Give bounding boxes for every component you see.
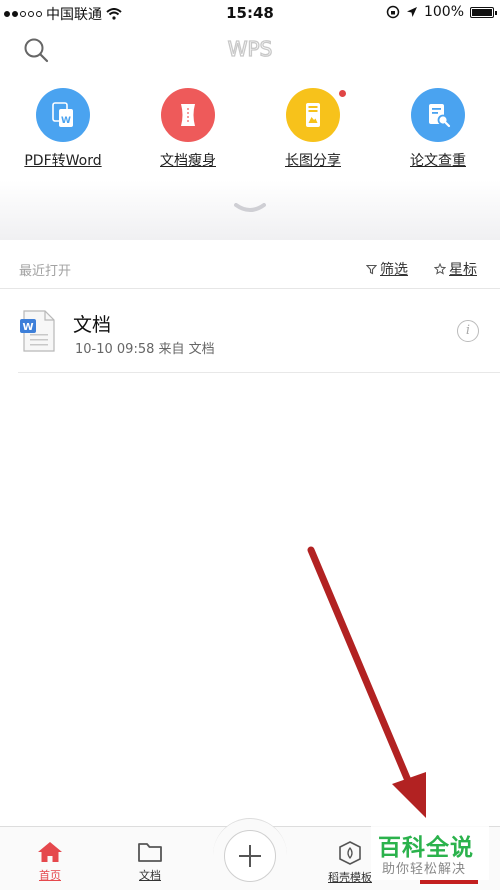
info-icon[interactable]: i — [457, 320, 479, 342]
paper-check-icon — [411, 88, 465, 142]
battery-icon — [470, 6, 497, 18]
top-bar: WPS — [0, 28, 500, 74]
document-meta: 10-10 09:58 来自 文档 — [75, 342, 215, 357]
battery-percent: 100% — [423, 4, 464, 20]
new-badge — [339, 90, 346, 97]
svg-text:WPS: WPS — [228, 38, 273, 60]
new-document-button[interactable] — [224, 830, 276, 882]
quick-doc-slim[interactable]: 文档瘦身 — [128, 84, 248, 170]
home-icon — [38, 842, 62, 862]
rotation-lock-icon — [386, 5, 400, 19]
search-icon[interactable] — [22, 36, 50, 64]
watermark-subtitle: 助你轻松解决 — [382, 862, 467, 877]
doc-slim-icon — [161, 88, 215, 142]
tab-home[interactable]: 首页 — [10, 841, 90, 883]
tab-label: 文档 — [139, 869, 161, 882]
star-button[interactable]: 星标 — [434, 259, 477, 279]
quick-label: 论文查重 — [410, 153, 466, 169]
list-item[interactable]: W 文档 10-10 09:58 来自 文档 i — [18, 290, 500, 373]
long-image-share-icon — [286, 88, 346, 142]
quick-actions: W PDF转Word 文档瘦身 长图分享 论文查重 — [0, 84, 500, 184]
status-bar: 中国联通 15:48 100% — [0, 0, 500, 26]
tab-label: 首页 — [39, 869, 61, 882]
filter-label: 筛选 — [380, 262, 408, 278]
location-icon — [406, 7, 417, 17]
quick-label: 文档瘦身 — [160, 153, 216, 169]
quick-pdf-to-word[interactable]: W PDF转Word — [3, 84, 123, 170]
svg-text:W: W — [22, 322, 33, 333]
status-right: 100% — [386, 4, 497, 20]
quick-paper-check[interactable]: 论文查重 — [378, 84, 498, 170]
chevron-down-icon[interactable] — [234, 203, 266, 213]
quick-long-image-share[interactable]: 长图分享 — [253, 84, 373, 170]
wps-logo: WPS — [227, 38, 273, 60]
tab-documents[interactable]: 文档 — [110, 841, 190, 883]
folder-icon — [138, 843, 162, 862]
recent-title: 最近打开 — [19, 264, 72, 279]
quick-label: PDF转Word — [24, 153, 102, 169]
pdf-to-word-icon: W — [36, 88, 90, 142]
star-icon — [434, 263, 446, 275]
filter-button[interactable]: 筛选 — [366, 259, 408, 279]
watermark: 百科全说 助你轻松解决 — [371, 826, 489, 880]
annotation-underline — [420, 880, 478, 884]
filter-icon — [366, 264, 377, 274]
document-name: 文档 — [73, 314, 112, 336]
plus-icon — [239, 845, 261, 867]
template-icon — [339, 841, 361, 865]
watermark-title: 百科全说 — [378, 835, 474, 861]
star-label: 星标 — [449, 262, 477, 278]
svg-text:W: W — [61, 116, 71, 126]
word-document-icon: W — [20, 310, 55, 352]
quick-label: 长图分享 — [285, 153, 341, 169]
recent-header: 最近打开 筛选 星标 — [0, 240, 500, 289]
